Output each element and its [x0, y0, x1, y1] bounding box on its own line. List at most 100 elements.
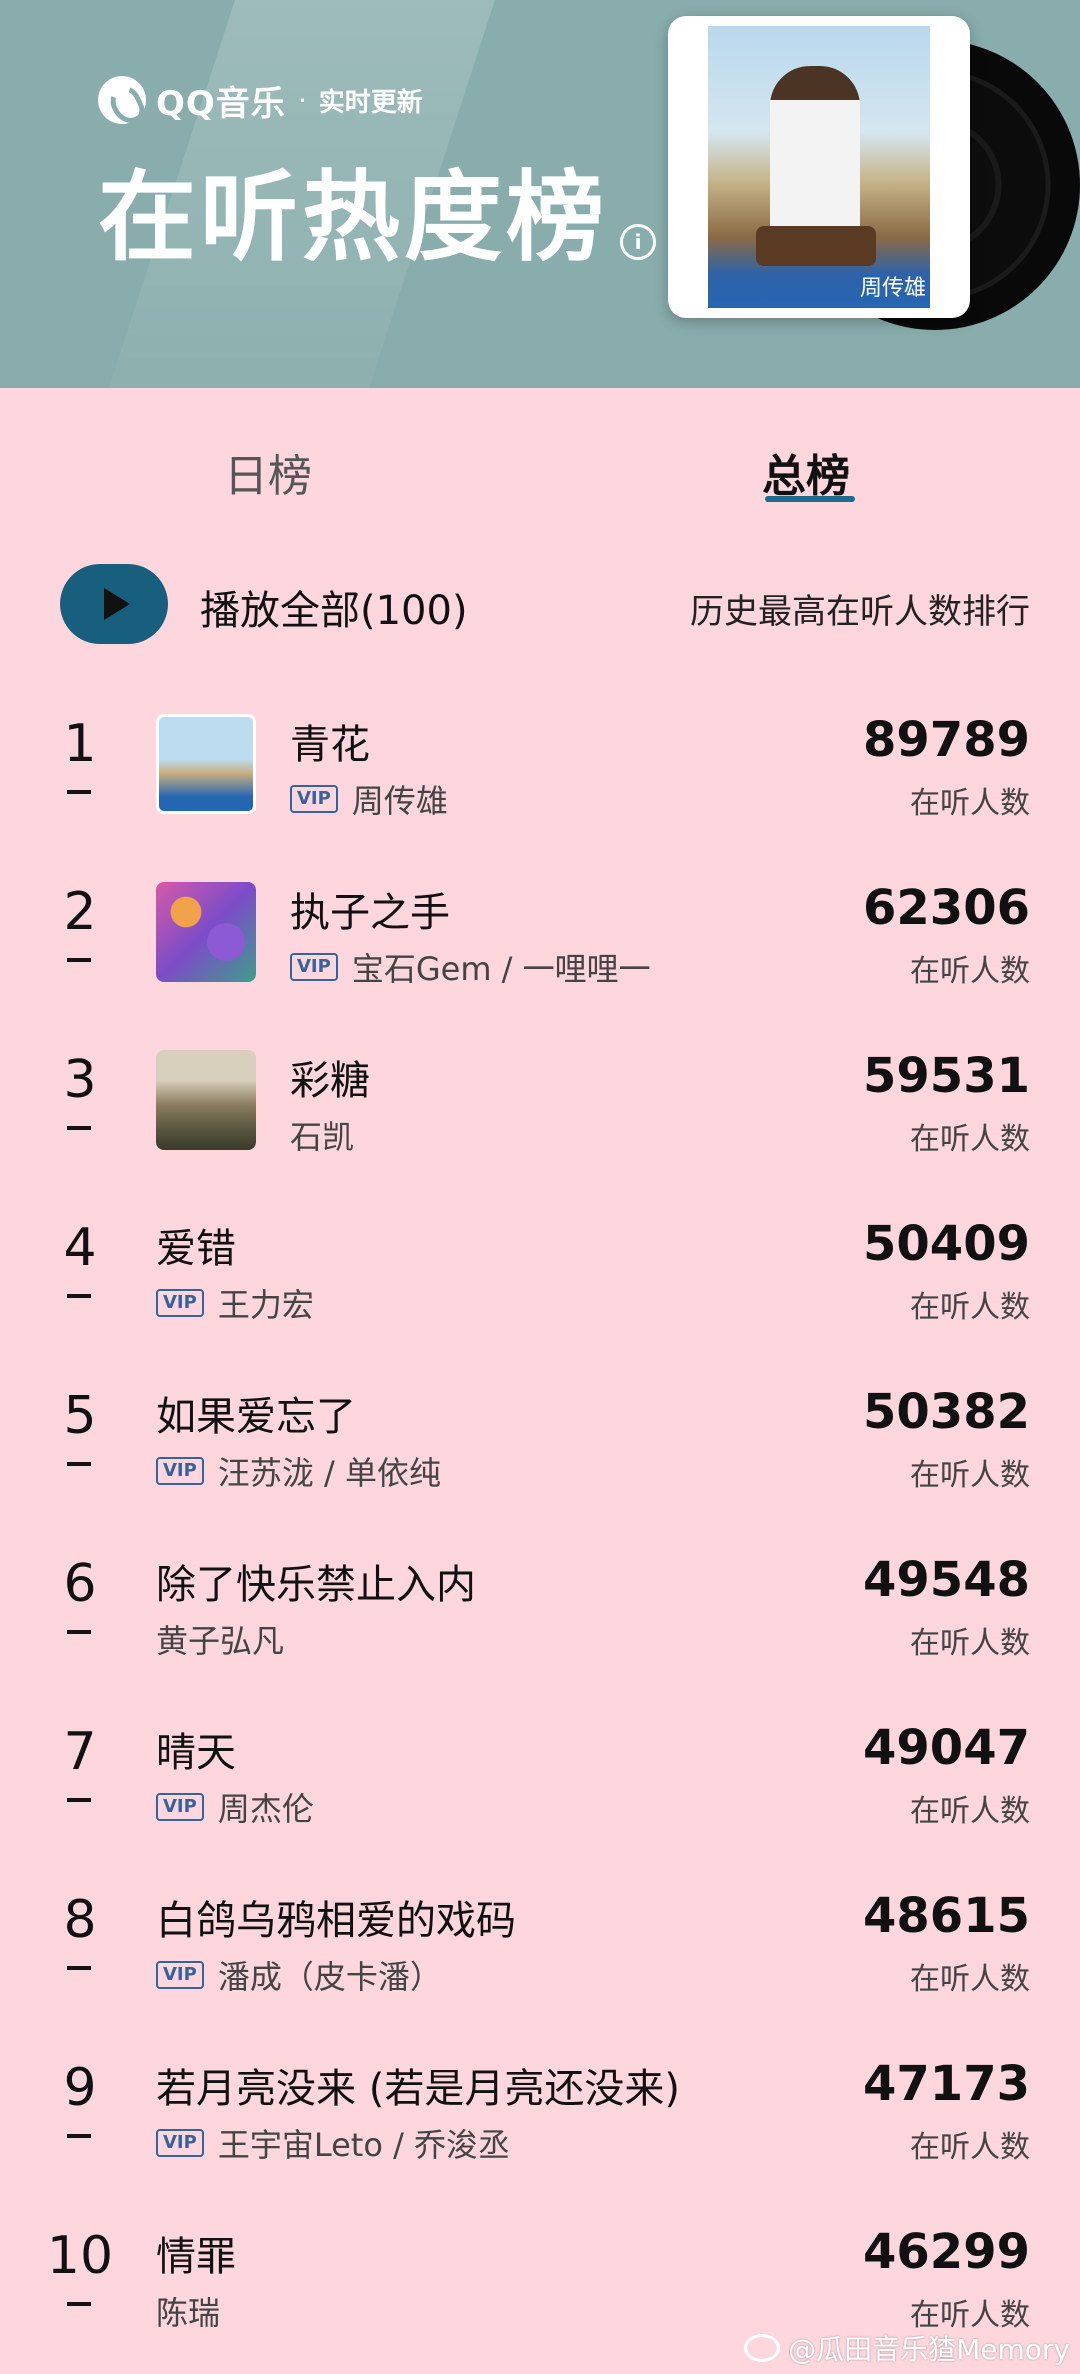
rank-change-indicator: [67, 1798, 91, 1802]
rank-change-indicator: [67, 1462, 91, 1466]
listener-count: 49047: [863, 1720, 1030, 1776]
page-title: 在听热度榜: [98, 161, 609, 275]
listener-count: 47173: [863, 2056, 1030, 2112]
vip-badge: VIP: [156, 1457, 204, 1485]
song-title[interactable]: 执子之手: [290, 880, 450, 938]
song-row[interactable]: 5 如果爱忘了 VIP 汪苏泷 / 单依纯 50382 在听人数: [0, 1362, 1080, 1530]
song-thumbnail[interactable]: [156, 882, 256, 982]
play-all-button[interactable]: [60, 564, 168, 644]
song-list: 1 青花 VIP 周传雄 89789 在听人数 2 执子之手 VIP 宝石Gem / 一哩哩一 62…: [0, 690, 1080, 2370]
song-artist[interactable]: 王宇宙Leto / 乔浚丞: [218, 2120, 510, 2166]
song-row[interactable]: 4 爱错 VIP 王力宏 50409 在听人数: [0, 1194, 1080, 1362]
song-artist[interactable]: 周杰伦: [218, 1784, 314, 1830]
tab-total[interactable]: 总榜: [762, 440, 850, 504]
song-thumbnail[interactable]: [156, 1050, 256, 1150]
rank-change-indicator: [67, 2134, 91, 2138]
rank-change-indicator: [67, 1630, 91, 1634]
rank-number: 6: [63, 1554, 97, 1614]
listener-count: 59531: [863, 1048, 1030, 1104]
listener-count-label: 在听人数: [910, 1962, 1030, 1997]
song-meta: VIP 王力宏: [156, 1280, 314, 1326]
featured-album-cover[interactable]: 周传雄: [668, 16, 970, 318]
play-all-label[interactable]: 播放全部(100): [200, 578, 468, 636]
vip-badge: VIP: [156, 1289, 204, 1317]
listener-count: 62306: [863, 880, 1030, 936]
song-artist[interactable]: 王力宏: [218, 1280, 314, 1326]
listener-count-label: 在听人数: [910, 954, 1030, 989]
rank-change-indicator: [67, 1966, 91, 1970]
brand-separator: ·: [297, 83, 307, 117]
tab-daily[interactable]: 日榜: [224, 440, 312, 504]
qq-music-logo-icon: [98, 76, 146, 124]
song-title[interactable]: 白鸽乌鸦相爱的戏码: [156, 1888, 516, 1946]
vip-badge: VIP: [156, 1793, 204, 1821]
listener-count: 50382: [863, 1384, 1030, 1440]
rank-change-indicator: [67, 2302, 91, 2306]
song-artist[interactable]: 陈瑞: [156, 2288, 220, 2334]
rank-number: 8: [63, 1890, 97, 1950]
song-title[interactable]: 爱错: [156, 1216, 236, 1274]
song-artist[interactable]: 黄子弘凡: [156, 1616, 284, 1662]
song-row[interactable]: 1 青花 VIP 周传雄 89789 在听人数: [0, 690, 1080, 858]
song-artist[interactable]: 汪苏泷 / 单依纯: [218, 1448, 441, 1494]
listener-count: 89789: [863, 712, 1030, 768]
vip-badge: VIP: [156, 1961, 204, 1989]
vip-badge: VIP: [290, 785, 338, 813]
chart-tabs: 日榜 总榜: [0, 388, 1080, 518]
rank-number: 3: [63, 1050, 97, 1110]
song-title[interactable]: 若月亮没来 (若是月亮还没来): [156, 2056, 680, 2114]
song-thumbnail[interactable]: [156, 714, 256, 814]
song-meta: 石凯: [290, 1112, 354, 1158]
rank-change-indicator: [67, 958, 91, 962]
song-title[interactable]: 晴天: [156, 1720, 236, 1778]
album-art-suitcase: [756, 226, 876, 266]
listener-count-label: 在听人数: [910, 1626, 1030, 1661]
song-artist[interactable]: 周传雄: [352, 776, 448, 822]
watermark: @瓜田音乐猹Memory: [744, 2328, 1070, 2368]
song-title[interactable]: 青花: [290, 712, 370, 770]
rank-number: 4: [63, 1218, 97, 1278]
rank-number: 1: [63, 714, 97, 774]
song-meta: VIP 潘成（皮卡潘）: [156, 1952, 442, 1998]
chart-header: QQ音乐 · 实时更新 在听热度榜 i 周传雄: [0, 0, 1080, 388]
song-row[interactable]: 6 除了快乐禁止入内黄子弘凡 49548 在听人数: [0, 1530, 1080, 1698]
song-title[interactable]: 情罪: [156, 2224, 236, 2282]
song-row[interactable]: 2 执子之手 VIP 宝石Gem / 一哩哩一 62306 在听人数: [0, 858, 1080, 1026]
song-artist[interactable]: 石凯: [290, 1112, 354, 1158]
rank-change-indicator: [67, 1126, 91, 1130]
play-icon: [104, 588, 130, 620]
song-artist[interactable]: 潘成（皮卡潘）: [218, 1952, 442, 1998]
rank-number: 9: [63, 2058, 97, 2118]
listener-count: 50409: [863, 1216, 1030, 1272]
listener-count-label: 在听人数: [910, 2130, 1030, 2165]
active-tab-indicator: [765, 496, 855, 502]
brand-name: QQ音乐: [156, 83, 286, 124]
listener-count-label: 在听人数: [910, 786, 1030, 821]
listener-count-label: 在听人数: [910, 1290, 1030, 1325]
song-title[interactable]: 如果爱忘了: [156, 1384, 356, 1442]
song-meta: VIP 周杰伦: [156, 1784, 314, 1830]
cover-text: 周传雄: [859, 276, 926, 301]
rank-number: 7: [63, 1722, 97, 1782]
listener-count: 49548: [863, 1552, 1030, 1608]
song-artist[interactable]: 宝石Gem / 一哩哩一: [352, 944, 651, 990]
listener-count-label: 在听人数: [910, 1122, 1030, 1157]
listener-count-label: 在听人数: [910, 1794, 1030, 1829]
listener-count-label: 在听人数: [910, 1458, 1030, 1493]
rank-number: 5: [63, 1386, 97, 1446]
song-row[interactable]: 8 白鸽乌鸦相爱的戏码 VIP 潘成（皮卡潘） 48615 在听人数: [0, 1866, 1080, 2034]
song-title[interactable]: 彩糖: [290, 1048, 370, 1106]
vip-badge: VIP: [290, 953, 338, 981]
brand: QQ音乐 · 实时更新: [98, 74, 423, 126]
song-meta: 陈瑞: [156, 2288, 220, 2334]
song-row[interactable]: 9 若月亮没来 (若是月亮还没来) VIP 王宇宙Leto / 乔浚丞 47173 在听人…: [0, 2034, 1080, 2202]
song-row[interactable]: 3 彩糖石凯 59531 在听人数: [0, 1026, 1080, 1194]
song-meta: VIP 王宇宙Leto / 乔浚丞: [156, 2120, 510, 2166]
song-meta: VIP 周传雄: [290, 776, 448, 822]
weibo-icon: [744, 2334, 781, 2362]
song-row[interactable]: 7 晴天 VIP 周杰伦 49047 在听人数: [0, 1698, 1080, 1866]
info-icon[interactable]: i: [620, 224, 656, 260]
song-title[interactable]: 除了快乐禁止入内: [156, 1552, 476, 1610]
song-meta: VIP 宝石Gem / 一哩哩一: [290, 944, 651, 990]
song-meta: 黄子弘凡: [156, 1616, 284, 1662]
